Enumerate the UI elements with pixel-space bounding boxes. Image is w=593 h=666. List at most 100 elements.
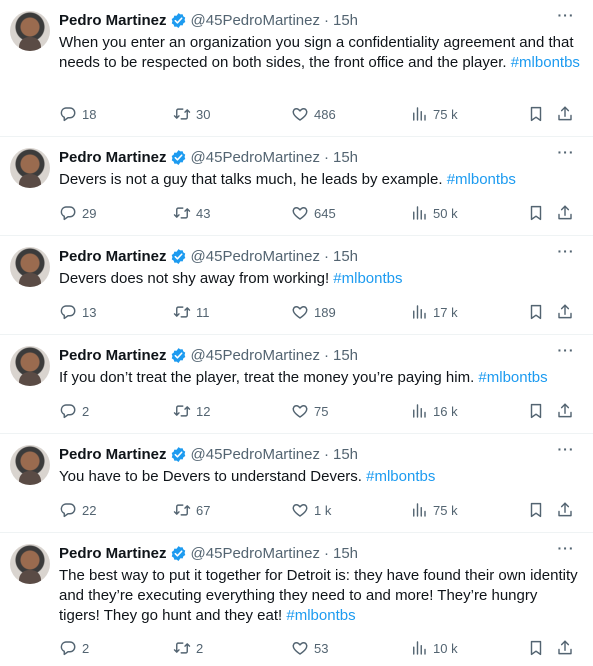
avatar[interactable]	[10, 148, 50, 188]
author-name[interactable]: Pedro Martinez	[59, 149, 167, 166]
views-button[interactable]: 17 k	[410, 302, 458, 322]
reply-button[interactable]: 22	[59, 500, 96, 520]
more-options-icon[interactable]: ···	[557, 145, 575, 165]
timestamp[interactable]: 15h	[333, 347, 358, 364]
views-button[interactable]: 10 k	[410, 638, 458, 658]
avatar[interactable]	[10, 11, 50, 51]
bookmark-button[interactable]	[527, 104, 545, 124]
more-options-icon[interactable]: ···	[557, 8, 575, 28]
author-name[interactable]: Pedro Martinez	[59, 545, 167, 562]
verified-badge-icon	[171, 149, 185, 165]
share-button[interactable]	[556, 104, 574, 124]
like-count: 645	[314, 205, 336, 221]
reply-button[interactable]: 2	[59, 401, 89, 421]
tweet[interactable]: Pedro Martinez @45PedroMartinez · 15h ··…	[0, 137, 593, 236]
hashtag-link[interactable]: #mlbontbs	[366, 468, 435, 485]
tweet-body: You have to be Devers to understand Deve…	[59, 468, 362, 485]
author-name[interactable]: Pedro Martinez	[59, 248, 167, 265]
author-handle[interactable]: @45PedroMartinez	[191, 149, 320, 166]
bookmark-button[interactable]	[527, 302, 545, 322]
retweet-count: 2	[196, 640, 204, 656]
hashtag-link[interactable]: #mlbontbs	[511, 54, 580, 71]
avatar[interactable]	[10, 346, 50, 386]
share-button[interactable]	[556, 203, 574, 223]
tweet[interactable]: Pedro Martinez @45PedroMartinez · 15h ··…	[0, 236, 593, 335]
like-button[interactable]: 189	[291, 302, 336, 322]
hashtag-link[interactable]: #mlbontbs	[333, 270, 402, 287]
avatar[interactable]	[10, 544, 50, 584]
hashtag-link[interactable]: #mlbontbs	[447, 171, 516, 188]
timestamp[interactable]: 15h	[333, 446, 358, 463]
retweet-button[interactable]: 2	[173, 638, 203, 658]
timestamp[interactable]: 15h	[333, 149, 358, 166]
reply-count: 2	[82, 640, 90, 656]
tweet-body: If you don’t treat the player, treat the…	[59, 369, 475, 386]
bookmark-button[interactable]	[527, 401, 545, 421]
tweet[interactable]: Pedro Martinez @45PedroMartinez · 15h ··…	[0, 0, 593, 137]
reply-count: 29	[82, 205, 97, 221]
views-button[interactable]: 75 k	[410, 500, 458, 520]
like-button[interactable]: 75	[291, 401, 328, 421]
tweet-text: When you enter an organization you sign …	[59, 33, 581, 73]
share-button[interactable]	[556, 401, 574, 421]
author-handle[interactable]: @45PedroMartinez	[191, 545, 320, 562]
like-button[interactable]: 1 k	[291, 500, 331, 520]
reply-button[interactable]: 29	[59, 203, 96, 223]
more-options-icon[interactable]: ···	[557, 244, 575, 264]
bookmark-button[interactable]	[527, 638, 545, 658]
avatar[interactable]	[10, 445, 50, 485]
author-name[interactable]: Pedro Martinez	[59, 446, 167, 463]
more-options-icon[interactable]: ···	[557, 541, 575, 561]
share-button[interactable]	[556, 638, 574, 658]
reply-button[interactable]: 18	[59, 104, 96, 124]
reply-button[interactable]: 13	[59, 302, 96, 322]
author-name[interactable]: Pedro Martinez	[59, 347, 167, 364]
avatar[interactable]	[10, 247, 50, 287]
retweet-button[interactable]: 11	[173, 302, 210, 322]
timestamp[interactable]: 15h	[333, 12, 358, 29]
tweet-header: Pedro Martinez @45PedroMartinez · 15h	[59, 443, 579, 465]
reply-icon	[60, 107, 76, 122]
like-button[interactable]: 645	[291, 203, 336, 223]
tweet-actions: 22 67 1 k 75 k	[59, 500, 581, 520]
views-button[interactable]: 75 k	[410, 104, 458, 124]
hashtag-link[interactable]: #mlbontbs	[286, 607, 355, 624]
author-handle[interactable]: @45PedroMartinez	[191, 248, 320, 265]
like-button[interactable]: 53	[291, 638, 328, 658]
share-button[interactable]	[556, 500, 574, 520]
tweet-actions: 29 43 645 50 k	[59, 203, 581, 223]
more-options-icon[interactable]: ···	[557, 442, 575, 462]
like-button[interactable]: 486	[291, 104, 336, 124]
verified-badge-icon	[171, 12, 185, 28]
retweet-button[interactable]: 43	[173, 203, 210, 223]
retweet-button[interactable]: 67	[173, 500, 210, 520]
tweet[interactable]: Pedro Martinez @45PedroMartinez · 15h ··…	[0, 335, 593, 434]
reply-count: 13	[82, 304, 97, 320]
heart-icon	[292, 306, 308, 319]
more-options-icon[interactable]: ···	[557, 343, 575, 363]
timestamp[interactable]: 15h	[333, 248, 358, 265]
timestamp[interactable]: 15h	[333, 545, 358, 562]
views-button[interactable]: 16 k	[410, 401, 458, 421]
retweet-button[interactable]: 30	[173, 104, 210, 124]
bookmark-button[interactable]	[527, 203, 545, 223]
tweet[interactable]: Pedro Martinez @45PedroMartinez · 15h ··…	[0, 533, 593, 666]
share-button[interactable]	[556, 302, 574, 322]
bookmark-button[interactable]	[527, 500, 545, 520]
author-handle[interactable]: @45PedroMartinez	[191, 347, 320, 364]
author-handle[interactable]: @45PedroMartinez	[191, 12, 320, 29]
author-handle[interactable]: @45PedroMartinez	[191, 446, 320, 463]
tweet-text: Devers does not shy away from working! #…	[59, 269, 581, 289]
views-button[interactable]: 50 k	[410, 203, 458, 223]
bookmark-icon	[530, 640, 542, 656]
hashtag-link[interactable]: #mlbontbs	[478, 369, 547, 386]
retweet-count: 12	[196, 403, 211, 419]
reply-button[interactable]: 2	[59, 638, 89, 658]
author-name[interactable]: Pedro Martinez	[59, 12, 167, 29]
share-icon	[558, 304, 572, 319]
tweet[interactable]: Pedro Martinez @45PedroMartinez · 15h ··…	[0, 434, 593, 533]
retweet-count: 30	[196, 106, 211, 122]
retweet-button[interactable]: 12	[173, 401, 210, 421]
share-icon	[558, 502, 572, 517]
tweet-actions: 13 11 189 17 k	[59, 302, 581, 322]
